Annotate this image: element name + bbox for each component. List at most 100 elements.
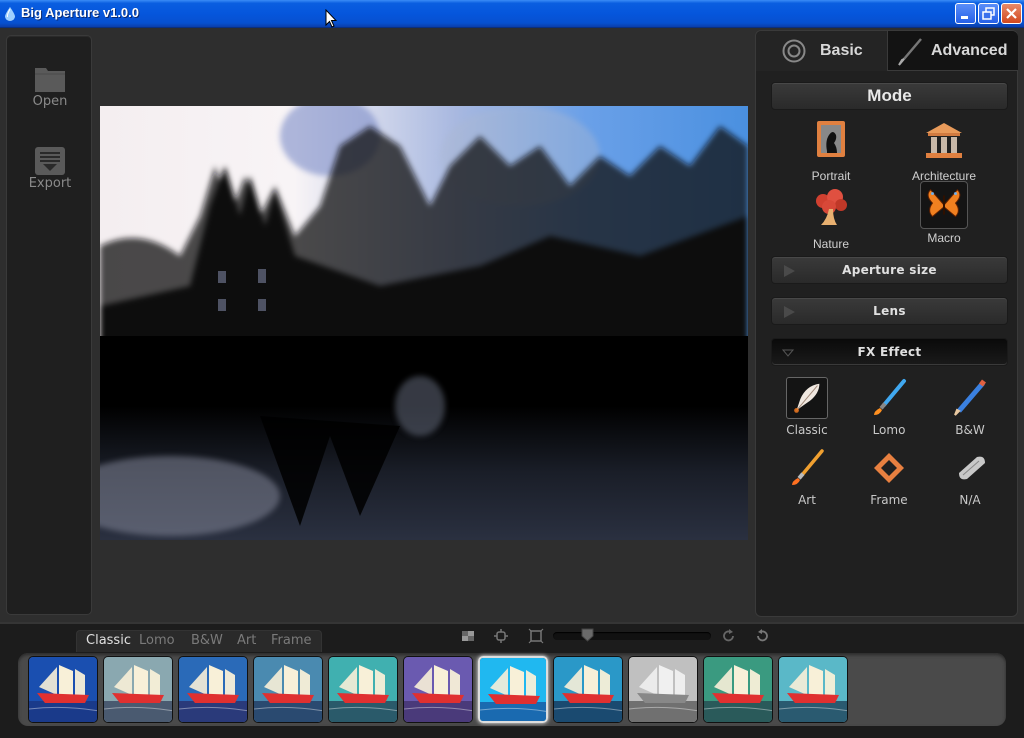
- sailboat-thumbnail-image: [779, 657, 847, 722]
- fx-na-label: N/A: [959, 493, 981, 507]
- filter-thumbnail[interactable]: [778, 656, 848, 723]
- filter-thumbnail[interactable]: [628, 656, 698, 723]
- lens-section[interactable]: Lens: [771, 297, 1008, 325]
- fx-effect-label: FX Effect: [857, 345, 922, 359]
- minimize-icon: [961, 16, 968, 19]
- sailboat-thumbnail-image: [704, 657, 772, 722]
- filter-thumbnail[interactable]: [28, 656, 98, 723]
- sailboat-thumbnail-image: [254, 657, 322, 722]
- crop-icon[interactable]: [528, 628, 544, 644]
- mode-nature[interactable]: Nature: [786, 187, 876, 251]
- app-drop-icon: [5, 7, 15, 21]
- lens-label: Lens: [873, 304, 906, 318]
- fx-na[interactable]: N/A: [935, 447, 1005, 507]
- sailboat-thumbnail-image: [554, 657, 622, 722]
- expand-arrow-icon: [784, 306, 795, 318]
- filter-thumbnail[interactable]: [478, 656, 548, 723]
- fx-bw[interactable]: B&W: [935, 377, 1005, 437]
- fx-art[interactable]: Art: [772, 447, 842, 507]
- export-button[interactable]: Export: [7, 146, 93, 191]
- left-toolbar: Open Export: [6, 35, 92, 615]
- zoom-slider[interactable]: [553, 632, 711, 640]
- title-bar[interactable]: Big Aperture v1.0.0: [0, 0, 1024, 28]
- settings-panel: Basic Advanced Mode Portrait Architectur…: [755, 30, 1018, 617]
- tree-icon: [816, 189, 847, 225]
- filter-thumbnail[interactable]: [253, 656, 323, 723]
- fx-classic-label: Classic: [786, 423, 828, 437]
- filter-thumbnail[interactable]: [703, 656, 773, 723]
- filter-tab-frame[interactable]: Frame: [271, 633, 312, 648]
- zoom-slider-handle[interactable]: [581, 628, 594, 642]
- fx-frame[interactable]: Frame: [854, 447, 924, 507]
- rotate-left-icon[interactable]: [754, 628, 770, 644]
- sailboat-thumbnail-image: [404, 657, 472, 722]
- portrait-icon: [817, 121, 845, 157]
- filter-tab-classic[interactable]: Classic: [86, 633, 131, 648]
- window-title: Big Aperture v1.0.0: [21, 5, 140, 20]
- aperture-size-label: Aperture size: [842, 263, 937, 277]
- photo-preview[interactable]: [100, 106, 748, 540]
- sailboat-thumbnail-image: [329, 657, 397, 722]
- filter-category-tabs: Classic Lomo B&W Art Frame: [76, 630, 322, 652]
- fx-art-label: Art: [798, 493, 816, 507]
- feather-icon: [786, 377, 828, 419]
- fx-bw-label: B&W: [955, 423, 985, 437]
- tab-basic[interactable]: Basic: [756, 31, 887, 71]
- expand-arrow-icon: [784, 265, 795, 277]
- mode-portrait-label: Portrait: [811, 169, 851, 183]
- aperture-icon: [782, 39, 806, 63]
- mouse-cursor-icon: [325, 9, 337, 28]
- sailboat-thumbnail-image: [104, 657, 172, 722]
- filter-thumbnail[interactable]: [403, 656, 473, 723]
- preview-image: [100, 106, 748, 540]
- sailboat-thumbnail-image: [629, 657, 697, 722]
- tab-advanced[interactable]: Advanced: [887, 31, 1018, 71]
- art-brush-icon: [792, 449, 824, 485]
- folder-icon: [35, 68, 65, 92]
- fx-classic[interactable]: Classic: [772, 377, 842, 437]
- eraser-icon: [959, 456, 985, 480]
- frame-icon: [874, 453, 904, 483]
- mode-architecture[interactable]: Architecture: [899, 119, 989, 183]
- brush-icon: [898, 38, 922, 66]
- butterfly-icon: [920, 181, 968, 229]
- filter-thumbnail[interactable]: [178, 656, 248, 723]
- fit-to-screen-icon[interactable]: [493, 628, 509, 644]
- filter-tab-bw[interactable]: B&W: [191, 633, 223, 648]
- filter-tab-lomo[interactable]: Lomo: [139, 633, 175, 648]
- restore-button[interactable]: [978, 3, 999, 24]
- filter-thumbnail[interactable]: [103, 656, 173, 723]
- sailboat-thumbnail-image: [179, 657, 247, 722]
- close-button[interactable]: [1001, 3, 1022, 24]
- mode-nature-label: Nature: [812, 237, 850, 251]
- export-icon: [35, 147, 65, 175]
- fx-frame-label: Frame: [870, 493, 908, 507]
- tab-advanced-label: Advanced: [931, 42, 1008, 59]
- close-icon: [1006, 8, 1017, 19]
- minimize-button[interactable]: [955, 3, 976, 24]
- collapse-arrow-icon: [782, 349, 794, 357]
- pencil-icon: [954, 379, 986, 416]
- open-button[interactable]: Open: [7, 64, 93, 109]
- fx-effect-section[interactable]: FX Effect: [771, 338, 1008, 366]
- tab-basic-label: Basic: [820, 42, 863, 59]
- filter-thumbnail[interactable]: [553, 656, 623, 723]
- mode-macro-label: Macro: [927, 231, 961, 245]
- paintbrush-icon: [874, 379, 906, 415]
- fx-lomo-label: Lomo: [872, 423, 906, 437]
- architecture-icon: [926, 123, 962, 158]
- open-label: Open: [32, 94, 68, 109]
- sailboat-thumbnail-image: [29, 657, 97, 722]
- mode-header: Mode: [771, 82, 1008, 110]
- export-label: Export: [28, 176, 72, 191]
- mode-portrait[interactable]: Portrait: [786, 119, 876, 183]
- fx-lomo[interactable]: Lomo: [854, 377, 924, 437]
- compare-icon[interactable]: [460, 628, 476, 644]
- aperture-size-section[interactable]: Aperture size: [771, 256, 1008, 284]
- filter-thumbnail[interactable]: [328, 656, 398, 723]
- rotate-right-icon[interactable]: [721, 628, 737, 644]
- sailboat-thumbnail-image: [480, 658, 546, 721]
- mode-macro[interactable]: Macro: [899, 181, 989, 245]
- filter-tab-art[interactable]: Art: [237, 633, 256, 648]
- restore-icon: [982, 7, 995, 20]
